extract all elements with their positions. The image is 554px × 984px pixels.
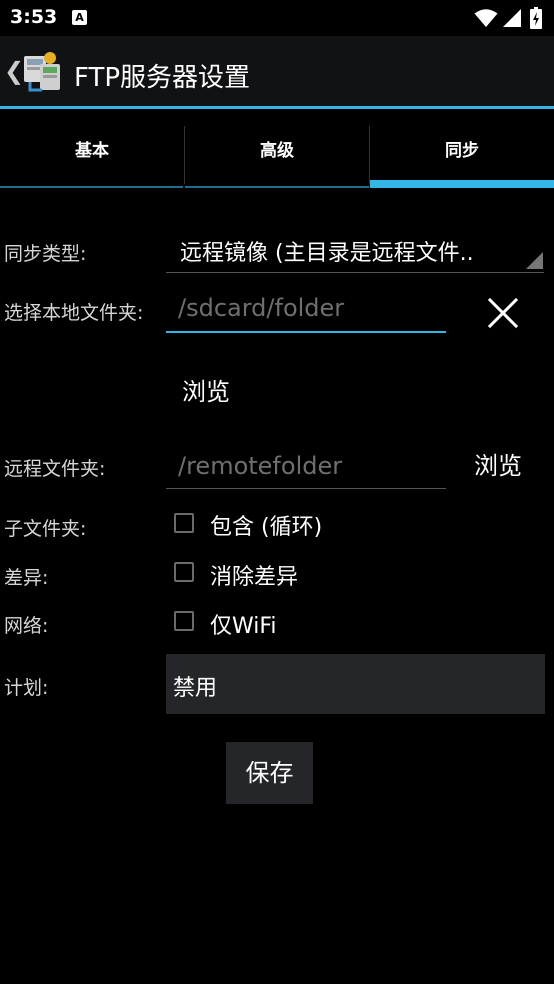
diff-checkbox-label[interactable]: 消除差异: [210, 559, 298, 591]
schedule-label: 计划:: [4, 677, 49, 699]
remote-folder-label: 远程文件夹:: [4, 458, 106, 480]
save-button[interactable]: 保存: [226, 742, 313, 804]
page-title: FTP服务器设置: [74, 63, 251, 93]
tab-advanced-indicator: [185, 186, 369, 188]
wifi-only-checkbox-label[interactable]: 仅WiFi: [210, 608, 277, 640]
sync-type-value: 远程镜像 (主目录是远程文件..: [180, 241, 474, 266]
diff-checkbox[interactable]: [174, 562, 194, 582]
tab-advanced[interactable]: 高级: [185, 118, 369, 186]
tab-basic-label: 基本: [75, 141, 109, 161]
tab-sync-label: 同步: [445, 141, 479, 161]
close-icon[interactable]: [486, 296, 520, 330]
schedule-value: 禁用: [173, 676, 218, 701]
subfolders-checkbox-label[interactable]: 包含 (循环): [210, 509, 322, 541]
notification-icon: A: [72, 10, 87, 25]
diff-label: 差异:: [4, 567, 49, 589]
subfolders-label: 子文件夹:: [4, 518, 87, 540]
dropdown-corner-icon: [526, 252, 543, 269]
tab-basic[interactable]: 基本: [0, 118, 184, 186]
schedule-selector[interactable]: [166, 654, 545, 714]
local-browse-button[interactable]: 浏览: [182, 372, 230, 407]
tab-bar: 基本 高级 同步: [0, 118, 554, 188]
local-folder-underline: [166, 331, 446, 333]
remote-browse-button[interactable]: 浏览: [474, 446, 522, 481]
tab-sync[interactable]: 同步: [370, 118, 554, 186]
remote-folder-underline: [166, 488, 446, 489]
wifi-only-checkbox[interactable]: [174, 611, 194, 631]
local-folder-placeholder: /sdcard/folder: [178, 294, 345, 322]
sync-type-label: 同步类型:: [4, 243, 87, 265]
tab-sync-indicator: [370, 180, 554, 188]
local-folder-label: 选择本地文件夹:: [4, 302, 144, 324]
battery-icon: [530, 7, 542, 29]
signal-icon: [503, 9, 521, 27]
wifi-icon: [474, 9, 498, 27]
ftp-app-icon[interactable]: [20, 50, 66, 94]
subfolders-checkbox[interactable]: [174, 513, 194, 533]
status-time: 3:53: [10, 6, 58, 28]
remote-folder-placeholder: /remotefolder: [178, 452, 343, 480]
network-label: 网络:: [4, 615, 49, 637]
action-bar-divider: [0, 106, 554, 109]
tab-advanced-label: 高级: [260, 141, 294, 161]
tab-basic-indicator: [0, 186, 183, 188]
